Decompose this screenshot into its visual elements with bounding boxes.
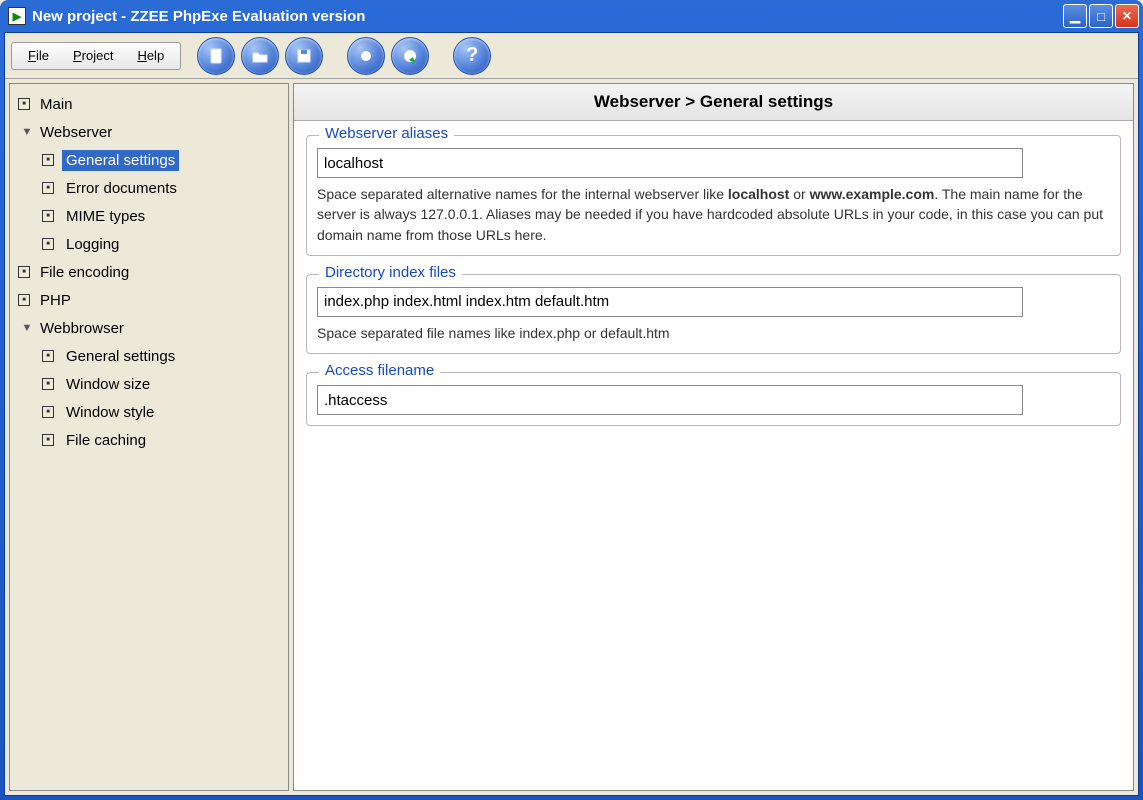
tree-label: Error documents bbox=[62, 178, 181, 199]
tree-item-general-settings[interactable]: General settings bbox=[12, 146, 286, 174]
fieldset-webserver-aliases: Webserver aliases Space separated altern… bbox=[306, 135, 1121, 256]
tree-item-webserver[interactable]: ▼Webserver bbox=[12, 118, 286, 146]
tree-label: General settings bbox=[62, 346, 179, 367]
panel-body: Webserver aliases Space separated altern… bbox=[294, 121, 1133, 440]
sidebar-tree[interactable]: Main▼WebserverGeneral settingsError docu… bbox=[9, 83, 289, 791]
tree-item-webbrowser[interactable]: ▼Webbrowser bbox=[12, 314, 286, 342]
run-arrow-icon[interactable] bbox=[391, 37, 429, 75]
menu-project[interactable]: Project bbox=[61, 46, 125, 65]
index-files-input[interactable] bbox=[317, 287, 1023, 317]
run-circle-icon[interactable] bbox=[347, 37, 385, 75]
client-area: File Project Help ? Main▼WebserverGenera… bbox=[4, 32, 1139, 796]
menu-help[interactable]: Help bbox=[125, 46, 176, 65]
tree-label: File caching bbox=[62, 430, 150, 451]
panel-breadcrumb: Webserver > General settings bbox=[294, 84, 1133, 121]
index-help: Space separated file names like index.ph… bbox=[317, 323, 1110, 343]
app-icon bbox=[8, 7, 26, 25]
titlebar[interactable]: New project - ZZEE PhpExe Evaluation ver… bbox=[0, 0, 1143, 32]
bullet-icon bbox=[42, 210, 54, 222]
bullet-icon bbox=[18, 98, 36, 110]
tree-label: General settings bbox=[62, 150, 179, 171]
main-panel: Webserver > General settings Webserver a… bbox=[293, 83, 1134, 791]
tree-label: Webbrowser bbox=[36, 318, 128, 339]
chevron-down-icon[interactable]: ▼ bbox=[18, 126, 36, 138]
tree-item-error-documents[interactable]: Error documents bbox=[12, 174, 286, 202]
app-window: New project - ZZEE PhpExe Evaluation ver… bbox=[0, 0, 1143, 800]
bullet-icon bbox=[42, 154, 54, 166]
legend-aliases: Webserver aliases bbox=[319, 125, 454, 142]
menu-file[interactable]: File bbox=[16, 46, 61, 65]
tree-item-file-encoding[interactable]: File encoding bbox=[12, 258, 286, 286]
bullet-icon bbox=[42, 406, 54, 418]
fieldset-directory-index: Directory index files Space separated fi… bbox=[306, 274, 1121, 354]
chevron-down-icon[interactable]: ▼ bbox=[18, 322, 36, 334]
tree-label: Webserver bbox=[36, 122, 116, 143]
legend-index: Directory index files bbox=[319, 264, 462, 281]
minimize-button[interactable] bbox=[1063, 4, 1087, 28]
tree-item-php[interactable]: PHP bbox=[12, 286, 286, 314]
window-title: New project - ZZEE PhpExe Evaluation ver… bbox=[32, 8, 365, 25]
tree-item-file-caching[interactable]: File caching bbox=[12, 426, 286, 454]
tree-item-logging[interactable]: Logging bbox=[12, 230, 286, 258]
save-disk-icon[interactable] bbox=[285, 37, 323, 75]
aliases-input[interactable] bbox=[317, 148, 1023, 178]
help-icon[interactable]: ? bbox=[453, 37, 491, 75]
legend-access: Access filename bbox=[319, 362, 440, 379]
bullet-icon bbox=[42, 434, 54, 446]
fieldset-access-filename: Access filename bbox=[306, 372, 1121, 426]
toolbar: File Project Help ? bbox=[5, 33, 1138, 79]
tree-item-main[interactable]: Main bbox=[12, 90, 286, 118]
tree-item-window-size[interactable]: Window size bbox=[12, 370, 286, 398]
bullet-icon bbox=[42, 238, 54, 250]
tree-label: Window size bbox=[62, 374, 154, 395]
tree-item-window-style[interactable]: Window style bbox=[12, 398, 286, 426]
content: Main▼WebserverGeneral settingsError docu… bbox=[5, 79, 1138, 795]
tree-label: PHP bbox=[36, 290, 75, 311]
open-folder-icon[interactable] bbox=[241, 37, 279, 75]
bullet-icon bbox=[18, 294, 36, 306]
bullet-icon bbox=[42, 350, 54, 362]
access-filename-input[interactable] bbox=[317, 385, 1023, 415]
tree-label: MIME types bbox=[62, 206, 149, 227]
tree-item-general-settings[interactable]: General settings bbox=[12, 342, 286, 370]
menubar: File Project Help bbox=[11, 42, 181, 70]
tree-label: Main bbox=[36, 94, 77, 115]
bullet-icon bbox=[42, 182, 54, 194]
aliases-help: Space separated alternative names for th… bbox=[317, 184, 1110, 245]
tree-label: File encoding bbox=[36, 262, 133, 283]
bullet-icon bbox=[42, 378, 54, 390]
tree-label: Logging bbox=[62, 234, 123, 255]
close-button[interactable] bbox=[1115, 4, 1139, 28]
tree-label: Window style bbox=[62, 402, 158, 423]
maximize-button[interactable] bbox=[1089, 4, 1113, 28]
new-file-icon[interactable] bbox=[197, 37, 235, 75]
bullet-icon bbox=[18, 266, 36, 278]
tree-item-mime-types[interactable]: MIME types bbox=[12, 202, 286, 230]
